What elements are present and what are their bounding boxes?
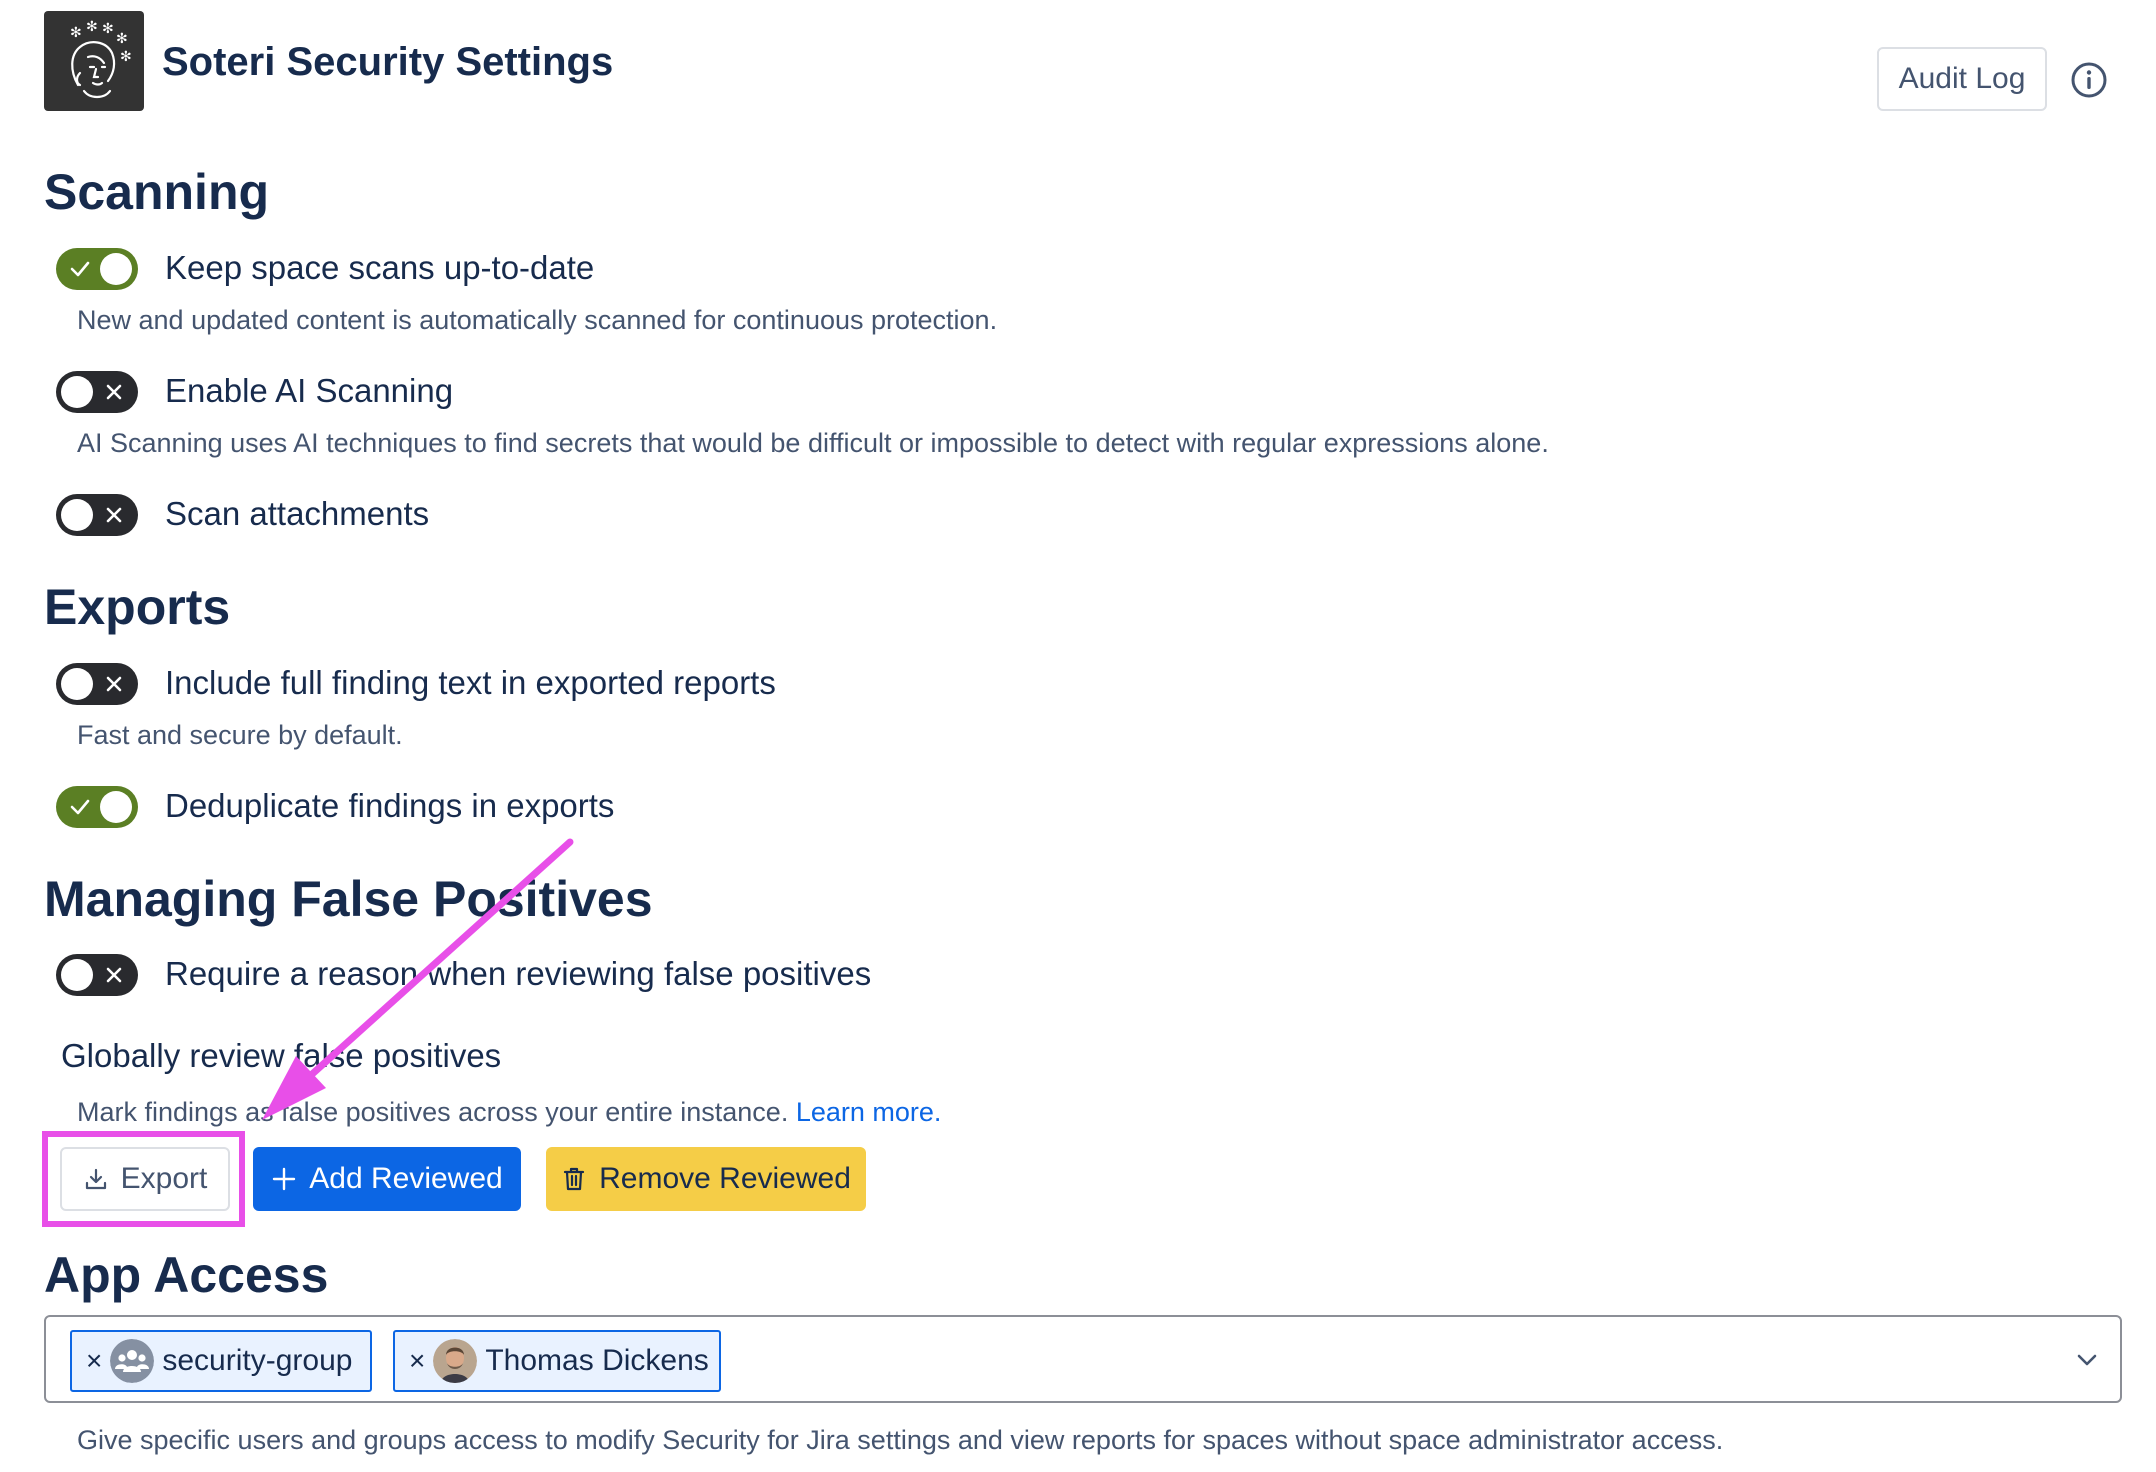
- setting-label-deduplicate: Deduplicate findings in exports: [165, 787, 615, 824]
- info-icon[interactable]: [2069, 60, 2109, 100]
- toggle-knob: [61, 668, 93, 700]
- section-title-false-positives: Managing False Positives: [44, 871, 653, 927]
- close-icon: [106, 384, 122, 400]
- section-title-app-access: App Access: [44, 1247, 329, 1303]
- global-review-description-text: Mark findings as false positives across …: [77, 1097, 789, 1127]
- setting-label-scan-attachments: Scan attachments: [165, 495, 430, 532]
- setting-label-require-reason: Require a reason when reviewing false po…: [165, 955, 872, 992]
- page-title: Soteri Security Settings: [162, 40, 614, 84]
- remove-tag-button[interactable]: ×: [409, 1347, 425, 1375]
- toggle-deduplicate-findings[interactable]: [56, 786, 138, 828]
- selected-tag-security-group: × security-group: [70, 1330, 372, 1392]
- toggle-enable-ai-scanning[interactable]: [56, 371, 138, 413]
- toggle-knob: [61, 376, 93, 408]
- toggle-scan-attachments[interactable]: [56, 494, 138, 536]
- toggle-knob: [61, 499, 93, 531]
- svg-text:✻: ✻: [102, 21, 114, 37]
- add-reviewed-button[interactable]: Add Reviewed: [253, 1147, 521, 1211]
- toggle-knob: [100, 253, 132, 285]
- svg-text:✻: ✻: [86, 19, 98, 35]
- export-button[interactable]: Export: [60, 1147, 230, 1211]
- check-icon: [70, 799, 90, 815]
- section-title-scanning: Scanning: [44, 164, 270, 220]
- group-avatar-icon: [110, 1339, 155, 1383]
- plus-icon: [273, 1167, 296, 1191]
- trash-icon: [564, 1167, 585, 1191]
- audit-log-button[interactable]: Audit Log: [1877, 47, 2047, 111]
- app-access-description: Give specific users and groups access to…: [77, 1425, 1724, 1455]
- user-avatar: [433, 1339, 478, 1383]
- tag-label: Thomas Dickens: [485, 1344, 709, 1377]
- toggle-knob: [100, 791, 132, 823]
- setting-description-ai-scanning: AI Scanning uses AI techniques to find s…: [77, 428, 1549, 458]
- download-icon: [85, 1168, 106, 1190]
- export-button-label: Export: [120, 1162, 208, 1195]
- settings-page: ✻ ✻ ✻ ✻ ✻ Soteri Security Settings Audit…: [0, 0, 2156, 1472]
- chevron-down-icon[interactable]: [2072, 1345, 2102, 1375]
- close-icon: [106, 967, 122, 983]
- remove-reviewed-label: Remove Reviewed: [599, 1162, 851, 1195]
- soteri-logo-icon: ✻ ✻ ✻ ✻ ✻: [44, 11, 144, 111]
- close-icon: [106, 676, 122, 692]
- learn-more-link[interactable]: Learn more.: [796, 1097, 942, 1127]
- app-access-select[interactable]: × security-group × Thomas Dickens: [44, 1315, 2122, 1403]
- selected-tag-user: × Thomas Dickens: [393, 1330, 721, 1392]
- global-review-description: Mark findings as false positives across …: [77, 1095, 941, 1129]
- toggle-full-finding-text[interactable]: [56, 663, 138, 705]
- close-icon: [106, 507, 122, 523]
- toggle-knob: [61, 959, 93, 991]
- setting-label-ai-scanning: Enable AI Scanning: [165, 372, 454, 409]
- svg-text:✻: ✻: [116, 31, 128, 47]
- setting-label-full-finding-text: Include full finding text in exported re…: [165, 664, 776, 701]
- global-review-label: Globally review false positives: [61, 1037, 502, 1074]
- section-title-exports: Exports: [44, 579, 231, 635]
- remove-reviewed-button[interactable]: Remove Reviewed: [546, 1147, 866, 1211]
- setting-label-keep-scans: Keep space scans up-to-date: [165, 249, 595, 286]
- add-reviewed-label: Add Reviewed: [309, 1162, 503, 1195]
- remove-tag-button[interactable]: ×: [86, 1347, 102, 1375]
- toggle-keep-scans-up-to-date[interactable]: [56, 248, 138, 290]
- check-icon: [70, 261, 90, 277]
- svg-text:✻: ✻: [120, 49, 132, 65]
- toggle-require-reason[interactable]: [56, 954, 138, 996]
- setting-description-keep-scans: New and updated content is automatically…: [77, 305, 998, 335]
- setting-description-full-finding-text: Fast and secure by default.: [77, 720, 403, 750]
- tag-label: security-group: [162, 1344, 353, 1377]
- svg-text:✻: ✻: [70, 25, 82, 41]
